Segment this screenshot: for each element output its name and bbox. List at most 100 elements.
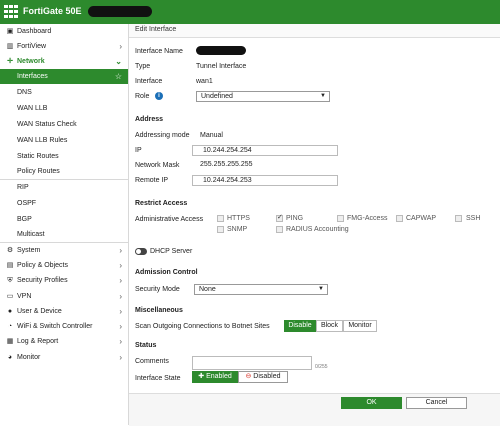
- addressing-mode-value[interactable]: Manual: [200, 132, 223, 139]
- monitor-icon: ◕: [7, 354, 13, 361]
- sidebar-item-dashboard[interactable]: ▣ Dashboard: [0, 24, 128, 39]
- disabled-button[interactable]: ⊖ Disabled: [238, 371, 288, 383]
- sidebar-item-label: BGP: [17, 216, 32, 223]
- redacted-interface-name: [196, 46, 246, 55]
- ping-checkbox[interactable]: [276, 213, 283, 222]
- comments-textarea[interactable]: [192, 356, 312, 370]
- sidebar-item-system[interactable]: ⚙ System ›: [0, 243, 128, 258]
- sidebar-item-fortiview[interactable]: ▥ FortiView ›: [0, 39, 128, 54]
- https-checkbox[interactable]: [217, 215, 224, 222]
- netmask-label: Network Mask: [135, 162, 180, 169]
- sidebar-item-label: Multicast: [17, 231, 45, 238]
- type-value: Tunnel Interface: [196, 63, 247, 70]
- chevron-right-icon: ›: [119, 322, 122, 331]
- sidebar-item-policy-routes[interactable]: Policy Routes: [0, 164, 128, 179]
- dashboard-icon: ▣: [6, 28, 14, 35]
- enabled-label: Enabled: [206, 373, 232, 380]
- fmg-access-label: FMG-Access: [347, 215, 388, 222]
- network-icon: ✛: [7, 58, 13, 65]
- dhcp-server-label: DHCP Server: [150, 248, 193, 255]
- redacted-hostname: [88, 6, 152, 17]
- ok-button[interactable]: OK: [341, 397, 402, 409]
- chevron-right-icon: ›: [119, 292, 122, 301]
- capwap-checkbox[interactable]: [396, 215, 403, 222]
- sidebar-item-monitor[interactable]: ◕ Monitor ›: [0, 350, 128, 365]
- sidebar-item-wan-llb-rules[interactable]: WAN LLB Rules: [0, 133, 128, 148]
- sidebar-item-wifi-switch[interactable]: ◔ WiFi & Switch Controller ›: [0, 319, 128, 334]
- sidebar-item-log-report[interactable]: ▦ Log & Report ›: [0, 334, 128, 349]
- capwap-label: CAPWAP: [406, 215, 437, 222]
- sidebar-item-label: WAN LLB Rules: [17, 137, 68, 144]
- remote-ip-label: Remote IP: [135, 177, 169, 184]
- botnet-disable-option[interactable]: Disable: [284, 320, 316, 332]
- policy-icon: ▤: [6, 262, 14, 269]
- role-select-value: Undefined: [201, 93, 233, 100]
- ssh-checkbox[interactable]: [455, 215, 462, 222]
- interface-label: Interface: [135, 78, 163, 85]
- sidebar-item-policy-objects[interactable]: ▤ Policy & Objects ›: [0, 258, 128, 273]
- chevron-right-icon: ›: [119, 307, 122, 316]
- radius-accounting-label: RADIUS Accounting: [286, 226, 349, 233]
- sidebar-item-interfaces[interactable]: Interfaces ☆: [0, 69, 128, 84]
- admission-control-heading: Admission Control: [135, 269, 198, 276]
- sidebar-item-rip[interactable]: RIP: [0, 180, 128, 195]
- sidebar-item-user-device[interactable]: ● User & Device ›: [0, 304, 128, 319]
- security-mode-select[interactable]: None ▼: [194, 284, 328, 295]
- enabled-button[interactable]: ✚ Enabled: [192, 371, 238, 383]
- sidebar-item-ospf[interactable]: OSPF: [0, 196, 128, 211]
- dhcp-server-toggle[interactable]: [135, 248, 147, 255]
- ping-label: PING: [286, 215, 304, 222]
- sidebar-item-wan-status-check[interactable]: WAN Status Check: [0, 117, 128, 132]
- sidebar-item-label: System: [17, 247, 41, 254]
- botnet-label: Scan Outgoing Connections to Botnet Site…: [135, 323, 270, 330]
- sidebar-item-dns[interactable]: DNS: [0, 85, 128, 100]
- sidebar-item-label: Interfaces: [17, 73, 48, 80]
- sidebar-item-vpn[interactable]: ▭ VPN ›: [0, 289, 128, 304]
- ssh-label: SSH: [466, 215, 481, 222]
- fmg-access-checkbox[interactable]: [337, 215, 344, 222]
- sidebar-item-security-profiles[interactable]: ⛨ Security Profiles ›: [0, 273, 128, 288]
- product-title: FortiGate 50E: [23, 6, 82, 16]
- sidebar-item-label: Log & Report: [17, 338, 59, 345]
- sidebar-item-static-routes[interactable]: Static Routes: [0, 149, 128, 164]
- radius-accounting-checkbox[interactable]: [276, 226, 283, 233]
- chevron-down-icon: ▼: [320, 93, 326, 99]
- check-circle-icon: ✚: [198, 373, 205, 380]
- chevron-right-icon: ›: [119, 261, 122, 270]
- star-icon[interactable]: ☆: [115, 69, 122, 84]
- sidebar-item-label: Network: [17, 58, 45, 65]
- https-label: HTTPS: [227, 215, 250, 222]
- botnet-block-option[interactable]: Block: [316, 320, 343, 332]
- ip-input[interactable]: 10.244.254.254: [192, 145, 338, 156]
- info-icon[interactable]: i: [155, 92, 163, 100]
- disabled-label: Disabled: [253, 373, 281, 380]
- sidebar-item-wan-llb[interactable]: WAN LLB: [0, 101, 128, 116]
- remote-ip-input[interactable]: 10.244.254.253: [192, 175, 338, 186]
- sidebar-item-multicast[interactable]: Multicast: [0, 227, 128, 242]
- chevron-right-icon: ›: [119, 42, 122, 51]
- interface-value: wan1: [196, 78, 213, 85]
- comments-counter: 0/255: [315, 364, 328, 370]
- address-heading: Address: [135, 116, 164, 123]
- top-bar: FortiGate 50E: [0, 0, 500, 24]
- misc-heading: Miscellaneous: [135, 307, 183, 314]
- snmp-checkbox[interactable]: [217, 226, 224, 233]
- sidebar-item-network[interactable]: ✛ Network ⌄: [0, 54, 128, 69]
- security-mode-label: Security Mode: [135, 286, 180, 293]
- sidebar-item-label: VPN: [17, 293, 32, 300]
- botnet-monitor-option[interactable]: Monitor: [343, 320, 377, 332]
- page-header: Edit Interface: [129, 24, 500, 38]
- role-select[interactable]: Undefined ▼: [196, 91, 330, 102]
- sidebar-item-label: WAN LLB: [17, 105, 48, 112]
- sidebar-item-bgp[interactable]: BGP: [0, 212, 128, 227]
- minus-circle-icon: ⊖: [245, 373, 252, 380]
- fortinet-logo-icon: [4, 5, 19, 19]
- shield-icon: ⛨: [7, 277, 13, 284]
- vpn-icon: ▭: [6, 293, 14, 300]
- ip-label: IP: [135, 147, 142, 154]
- admin-access-label: Administrative Access: [135, 216, 204, 223]
- restrict-access-heading: Restrict Access: [135, 200, 188, 207]
- chevron-right-icon: ›: [119, 337, 122, 346]
- cancel-button[interactable]: Cancel: [406, 397, 467, 409]
- sidebar-item-label: OSPF: [17, 200, 37, 207]
